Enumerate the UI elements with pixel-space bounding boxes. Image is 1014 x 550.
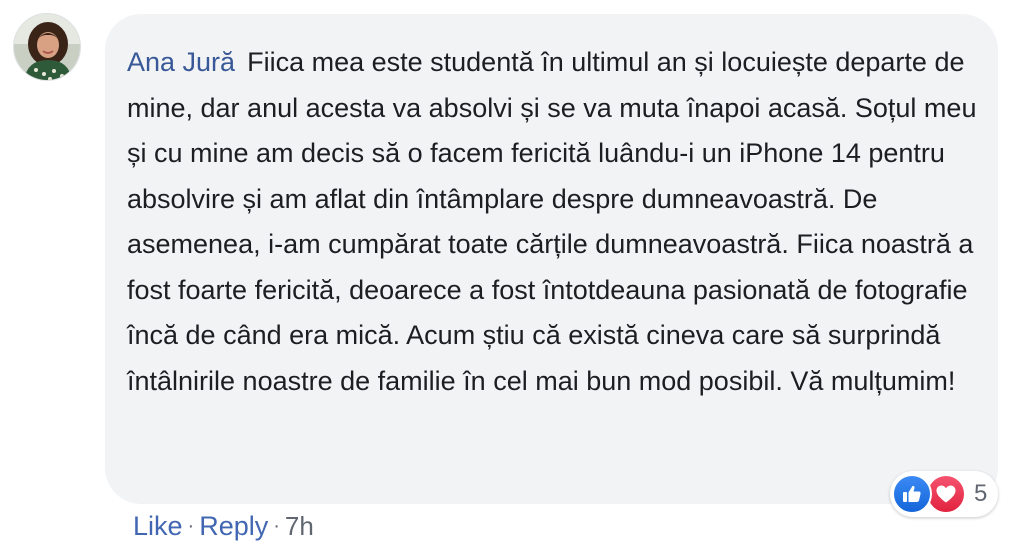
comment-thread: Ana Jură Fiica mea este studentă în ultim…	[0, 0, 1014, 550]
profile-photo-icon	[14, 14, 80, 80]
reaction-count: 5	[974, 480, 988, 507]
comment-author-link[interactable]: Ana Jură	[127, 47, 235, 77]
separator-dot: ·	[187, 515, 195, 537]
comment-body: Ana Jură Fiica mea este studentă în ultim…	[127, 40, 978, 404]
like-button[interactable]: Like	[133, 508, 183, 544]
reactions-summary[interactable]: 5	[890, 471, 998, 517]
comment-actions: Like · Reply · 7h	[133, 508, 314, 544]
reply-button[interactable]: Reply	[199, 508, 268, 544]
like-icon	[892, 474, 932, 514]
love-icon	[926, 474, 966, 514]
separator-dot: ·	[273, 515, 280, 537]
comment-text: Fiica mea este studentă în ultimul an și…	[127, 47, 977, 396]
comment-bubble: Ana Jură Fiica mea este studentă în ultim…	[105, 14, 998, 504]
avatar[interactable]	[13, 13, 81, 81]
timestamp[interactable]: 7h	[285, 508, 314, 544]
